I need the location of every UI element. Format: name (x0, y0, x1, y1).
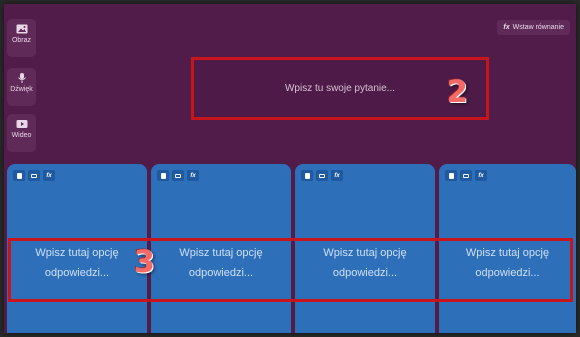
answer-input[interactable]: Wpisz tutaj opcję odpowiedzi... (155, 243, 287, 283)
video-button-label: Wideo (11, 132, 32, 139)
answer-equation-button[interactable]: fx (43, 170, 55, 181)
answer-equation-button[interactable]: fx (331, 170, 343, 181)
answer-placeholder-line2: odpowiedzi... (332, 267, 398, 279)
answer-equation-button[interactable]: fx (475, 170, 487, 181)
insert-equation-label: Wstaw równanie (512, 24, 564, 31)
answer-toolbar: fx (13, 170, 55, 181)
answer-input[interactable]: Wpisz tutaj opcję odpowiedzi... (443, 243, 572, 283)
answer-input[interactable]: Wpisz tutaj opcję odpowiedzi... (299, 243, 431, 283)
answer-card[interactable]: fx Wpisz tutaj opcję odpowiedzi... (295, 164, 435, 333)
delete-answer-button[interactable] (157, 170, 169, 181)
video-button[interactable]: Wideo (7, 114, 36, 152)
audio-button-label: Dźwięk (10, 86, 33, 93)
answer-placeholder-line2: odpowiedzi... (475, 267, 540, 279)
delete-answer-button[interactable] (13, 170, 25, 181)
answer-toolbar: fx (445, 170, 487, 181)
quiz-editor: Obraz Dźwięk Wideo fx Wstaw równanie Wpis… (4, 4, 576, 333)
image-icon (175, 173, 181, 178)
image-icon (31, 173, 37, 178)
image-icon (16, 24, 27, 34)
answer-image-button[interactable] (316, 170, 328, 181)
answer-image-button[interactable] (28, 170, 40, 181)
answer-placeholder-line1: Wpisz tutaj opcję (323, 247, 407, 259)
answer-image-button[interactable] (172, 170, 184, 181)
image-button[interactable]: Obraz (7, 19, 36, 57)
answer-placeholder-line1: Wpisz tutaj opcję (179, 247, 263, 259)
answers-row: fx Wpisz tutaj opcję odpowiedzi... fx Wp… (7, 164, 576, 333)
delete-answer-button[interactable] (301, 170, 313, 181)
image-icon (463, 173, 469, 178)
trash-icon (448, 172, 454, 179)
equation-icon: fx (503, 24, 510, 31)
trash-icon (304, 172, 310, 179)
answer-toolbar: fx (157, 170, 199, 181)
insert-equation-button[interactable]: fx Wstaw równanie (497, 20, 570, 35)
answer-input[interactable]: Wpisz tutaj opcję odpowiedzi... (11, 243, 143, 283)
answer-placeholder-line1: Wpisz tutaj opcję (35, 247, 119, 259)
trash-icon (160, 172, 166, 179)
audio-button[interactable]: Dźwięk (7, 68, 36, 106)
trash-icon (16, 172, 22, 179)
answer-placeholder-line2: odpowiedzi... (44, 267, 110, 279)
image-button-label: Obraz (11, 37, 32, 44)
answer-equation-button[interactable]: fx (187, 170, 199, 181)
answer-image-button[interactable] (460, 170, 472, 181)
answer-placeholder-line1: Wpisz tutaj opcję (465, 247, 550, 259)
answer-card[interactable]: fx Wpisz tutaj opcję odpowiedzi... (7, 164, 147, 333)
image-icon (319, 173, 325, 178)
question-placeholder: Wpisz tu swoje pytanie... (284, 83, 396, 94)
question-number-badge: 2 (447, 75, 468, 110)
question-input[interactable]: Wpisz tu swoje pytanie... (191, 57, 489, 120)
answer-card[interactable]: fx Wpisz tutaj opcję odpowiedzi... (439, 164, 576, 333)
video-icon (16, 120, 27, 128)
answer-card[interactable]: fx Wpisz tutaj opcję odpowiedzi... (151, 164, 291, 333)
answer-toolbar: fx (301, 170, 343, 181)
microphone-icon (17, 73, 26, 83)
answers-number-badge: 3 (134, 245, 155, 280)
answer-placeholder-line2: odpowiedzi... (188, 267, 254, 279)
delete-answer-button[interactable] (445, 170, 457, 181)
